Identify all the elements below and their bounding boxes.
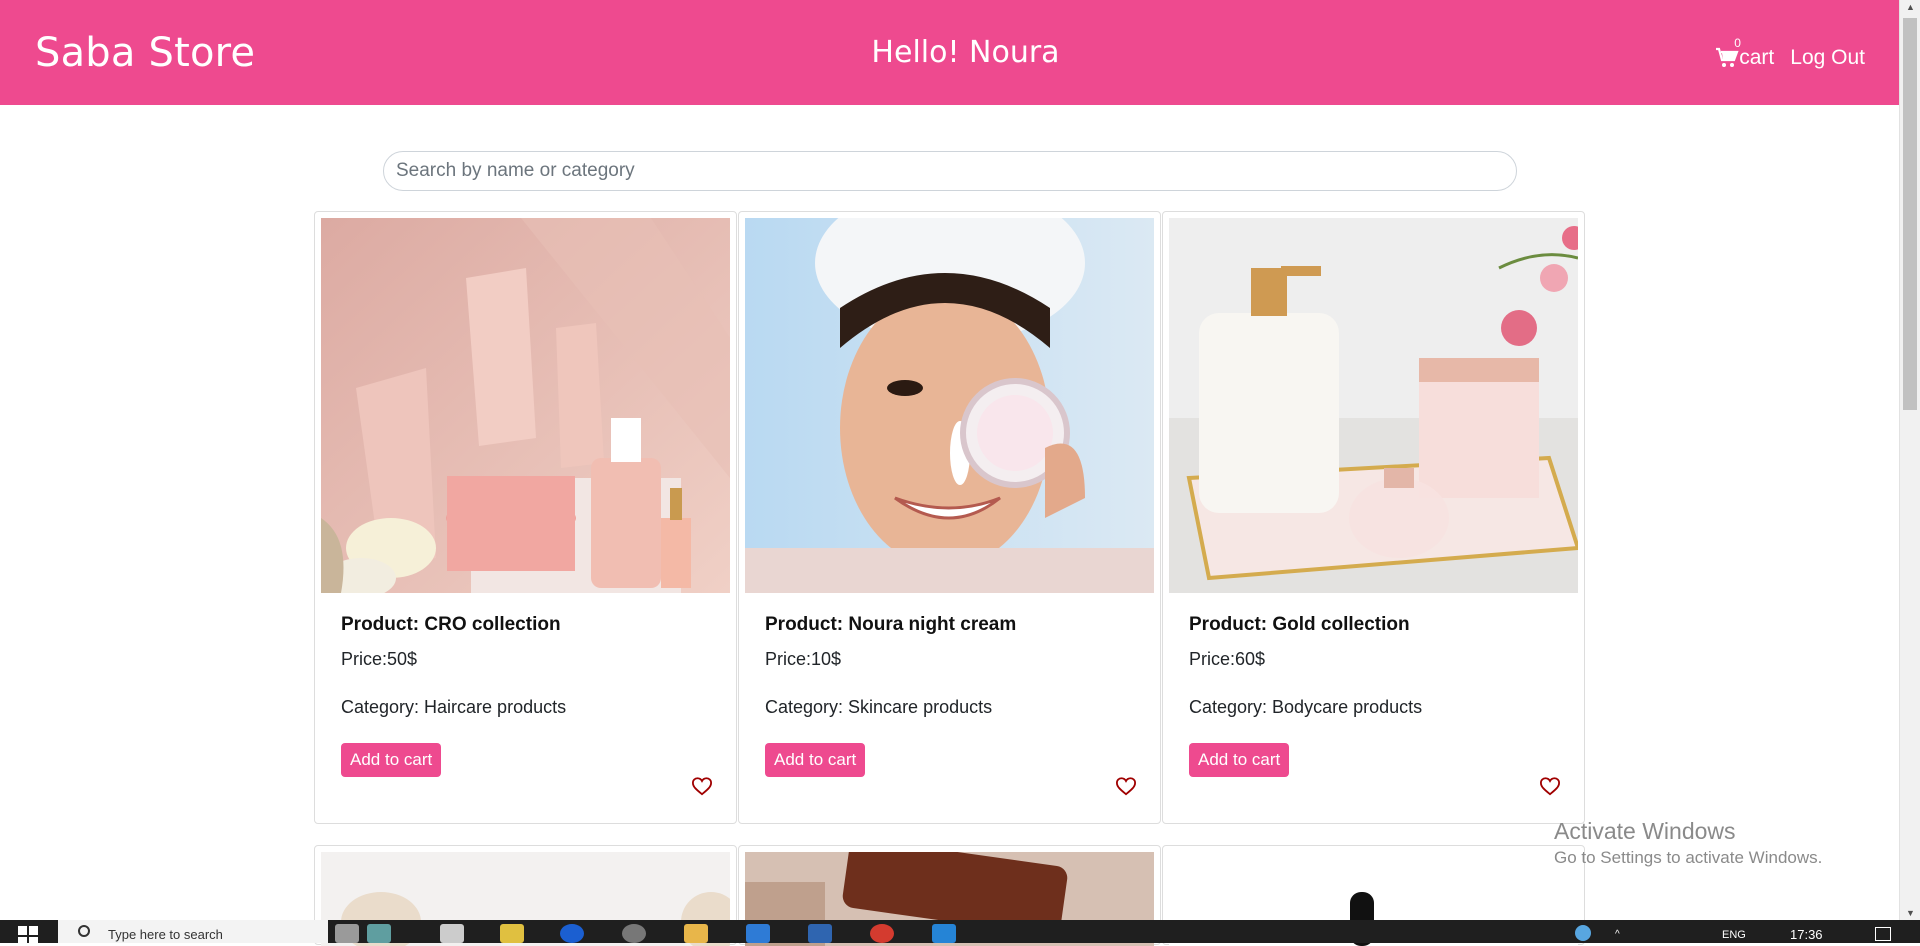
product-category: Category: Haircare products — [341, 697, 567, 717]
paint-app-icon[interactable] — [500, 924, 524, 943]
page-scrollbar[interactable]: ▲ ▼ — [1899, 0, 1920, 920]
windows-start-icon[interactable] — [18, 926, 38, 943]
search-icon — [78, 925, 90, 937]
search-input[interactable] — [383, 151, 1517, 191]
cart-label[interactable]: cart — [1739, 46, 1774, 70]
scroll-up-arrow-icon[interactable]: ▲ — [1906, 2, 1915, 12]
greeting-text: Hello! Noura — [871, 35, 1060, 70]
product-card: Product: Gold collection Price:60$ Categ… — [1162, 211, 1585, 824]
navbar: Saba Store Hello! Noura 0 cart Log Out — [0, 0, 1899, 105]
add-to-cart-button[interactable]: Add to cart — [765, 743, 866, 777]
product-price: Price:60$ — [1189, 649, 1266, 669]
tray-chevron-icon[interactable]: ^ — [1615, 929, 1620, 940]
product-price: Price:10$ — [765, 649, 842, 669]
product-card: Product: CRO collection Price:50$ Catego… — [314, 211, 737, 824]
task-view-icon[interactable] — [335, 924, 359, 943]
store-icon[interactable] — [746, 924, 770, 943]
product-image — [321, 218, 730, 593]
heart-icon[interactable] — [691, 776, 713, 796]
whatsapp-icon[interactable] — [622, 924, 646, 943]
cart-count-badge: 0 — [1734, 36, 1741, 50]
product-price: Price:50$ — [341, 649, 418, 669]
tray-app-icon[interactable] — [1575, 925, 1591, 941]
chrome-icon[interactable] — [870, 924, 894, 943]
product-category: Category: Bodycare products — [1189, 697, 1423, 717]
activate-windows-watermark: Activate Windows Go to Settings to activ… — [1554, 818, 1822, 868]
product-card: Product: Noura night cream Price:10$ Cat… — [738, 211, 1161, 824]
nav-actions: 0 cart Log Out — [1715, 36, 1865, 70]
notification-icon[interactable] — [1875, 927, 1891, 941]
add-to-cart-button[interactable]: Add to cart — [1189, 743, 1290, 777]
add-to-cart-button[interactable]: Add to cart — [341, 743, 442, 777]
taskbar-search-box[interactable]: Type here to search — [58, 920, 328, 943]
scroll-down-arrow-icon[interactable]: ▼ — [1906, 908, 1915, 918]
watermark-subtitle: Go to Settings to activate Windows. — [1554, 848, 1823, 867]
product-image — [1169, 218, 1578, 593]
maps-app-icon[interactable] — [367, 924, 391, 943]
system-tray[interactable]: ^ — [1575, 925, 1695, 941]
windows-taskbar: Type here to search ^ ENG 17:36 — [0, 920, 1920, 943]
taskbar-search-text: Type here to search — [108, 927, 223, 942]
heart-icon[interactable] — [1539, 776, 1561, 796]
product-image — [745, 218, 1154, 593]
taskbar-clock[interactable]: 17:36 — [1790, 927, 1823, 942]
product-title: Product: Noura night cream — [765, 614, 1017, 635]
product-title: Product: Gold collection — [1189, 614, 1410, 635]
taskbar-language[interactable]: ENG — [1722, 929, 1746, 941]
product-title: Product: CRO collection — [341, 614, 561, 635]
heart-icon[interactable] — [1115, 776, 1137, 796]
blue-app-icon[interactable] — [560, 924, 584, 943]
mail-icon[interactable] — [808, 924, 832, 943]
file-explorer-icon[interactable] — [684, 924, 708, 943]
snip-tool-icon[interactable] — [440, 924, 464, 943]
vscode-icon[interactable] — [932, 924, 956, 943]
logout-link[interactable]: Log Out — [1790, 46, 1865, 70]
product-category: Category: Skincare products — [765, 697, 993, 717]
scrollbar-thumb[interactable] — [1903, 18, 1917, 410]
watermark-title: Activate Windows — [1554, 818, 1736, 844]
cart-link[interactable]: 0 cart — [1715, 36, 1774, 70]
